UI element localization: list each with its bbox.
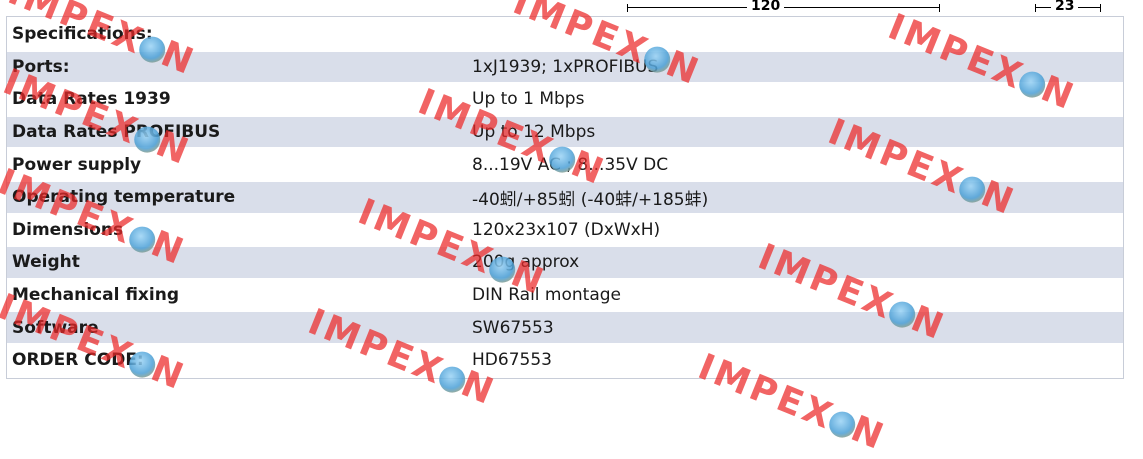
spec-label: Power supply	[7, 149, 467, 180]
dimension-label-width: 23	[1051, 0, 1079, 14]
spec-label: Specifications:	[7, 19, 467, 50]
table-row: Data Rates 1939 Up to 1 Mbps	[7, 84, 1123, 115]
spec-label: Operating temperature	[7, 181, 467, 213]
watermark-text-right: N	[845, 408, 892, 459]
spec-label: Software	[7, 312, 467, 343]
spec-value: HD67553	[467, 344, 1123, 376]
table-row: Software SW67553	[7, 312, 1123, 343]
spec-label: Mechanical fixing	[7, 279, 467, 311]
spec-value	[467, 19, 1123, 50]
spec-value: Up to 1 Mbps	[467, 84, 1123, 115]
spec-value: DIN Rail montage	[467, 279, 1123, 311]
table-row: Weight 200g approx	[7, 247, 1123, 278]
table-row: ORDER CODE: HD67553	[7, 344, 1123, 376]
spec-value: 200g approx	[467, 247, 1123, 278]
dimension-header: 120 23	[0, 0, 1143, 16]
spec-label: Ports:	[7, 51, 467, 83]
spec-label: Data Rates 1939	[7, 84, 467, 115]
spec-value: 8...19V AC ; 8...35V DC	[467, 149, 1123, 180]
table-row: Mechanical fixing DIN Rail montage	[7, 279, 1123, 311]
spec-value: -40蚓/+85蚓 (-40蚌/+185蚌)	[467, 181, 1123, 213]
spec-value: 120x23x107 (DxWxH)	[467, 214, 1123, 246]
dimension-line-depth: 120	[627, 0, 940, 14]
spec-label: Weight	[7, 247, 467, 278]
table-row: Specifications:	[7, 19, 1123, 50]
spec-label: Data Rates PROFIBUS	[7, 116, 467, 148]
table-row: Dimensions 120x23x107 (DxWxH)	[7, 214, 1123, 246]
specifications-table: Specifications: Ports: 1xJ1939; 1xPROFIB…	[6, 16, 1124, 379]
spec-value: 1xJ1939; 1xPROFIBUS	[467, 51, 1123, 83]
table-row: Ports: 1xJ1939; 1xPROFIBUS	[7, 51, 1123, 83]
spec-value: Up to 12 Mbps	[467, 116, 1123, 148]
table-row: Operating temperature -40蚓/+85蚓 (-40蚌/+1…	[7, 181, 1123, 213]
table-row: Power supply 8...19V AC ; 8...35V DC	[7, 149, 1123, 180]
spec-label: Dimensions	[7, 214, 467, 246]
spec-value: SW67553	[467, 312, 1123, 343]
globe-icon	[825, 407, 860, 442]
dimension-line-width: 23	[1035, 0, 1101, 14]
dimension-label-depth: 120	[747, 0, 785, 14]
table-row: Data Rates PROFIBUS Up to 12 Mbps	[7, 116, 1123, 148]
spec-label: ORDER CODE:	[7, 344, 467, 376]
